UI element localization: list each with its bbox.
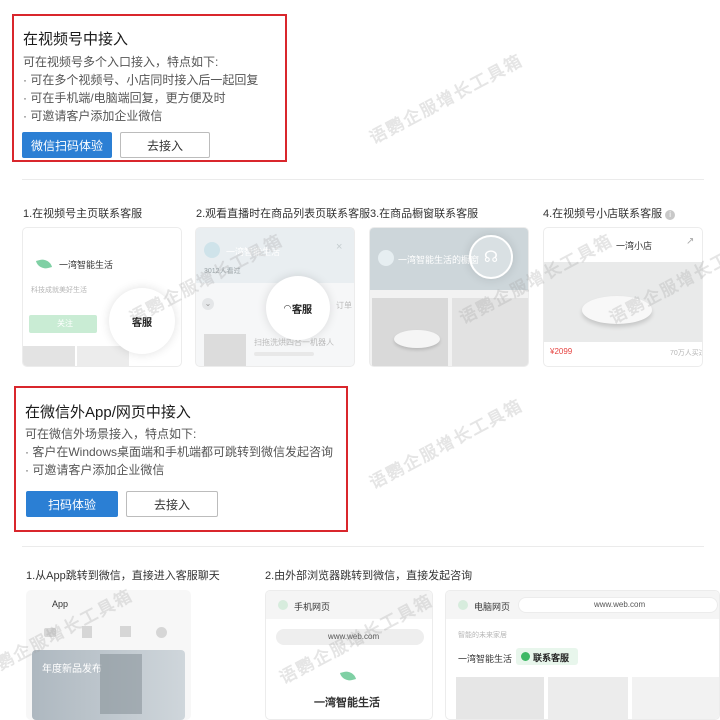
card3-robot-shape bbox=[394, 330, 440, 348]
card2-product-bar bbox=[254, 352, 314, 356]
contact-service-label: 联系客服 bbox=[533, 653, 570, 663]
card1-follow-label: 关注 bbox=[57, 319, 73, 328]
pc-url-text: www.web.com bbox=[594, 600, 646, 609]
card2-avatar bbox=[204, 242, 220, 258]
app-card-label: App bbox=[52, 599, 69, 609]
wechat-scan-try-button[interactable]: 微信扫码体验 bbox=[22, 132, 112, 158]
example-card-live-list: 一湾智能生活 3012人看过 × ⌄ 订单 扫拖洗烘四合一机器人 ◠ 客服 bbox=[195, 227, 355, 367]
external-access-title: 在微信外App/网页中接入 bbox=[25, 404, 191, 421]
card1-thumb-1 bbox=[23, 346, 75, 366]
channels-feature-1: · 可在多个视频号、小店同时接入后一起回复 bbox=[23, 73, 259, 87]
headset-icon: ◠ bbox=[284, 302, 291, 313]
contact-service-button[interactable]: 联系客服 bbox=[516, 648, 578, 665]
example-caption-4: 4.在视频号小店联系客服 i bbox=[543, 205, 676, 221]
example-card-store: 一湾小店 ↗ ¥2099 70万人买过 bbox=[543, 227, 703, 367]
channels-access-title: 在视频号中接入 bbox=[23, 31, 129, 48]
pc-web-label: 电脑网页 bbox=[474, 602, 511, 612]
card3-product-image-2 bbox=[452, 298, 528, 366]
card4-robot-shape bbox=[582, 296, 652, 324]
card2-service-label: 客服 bbox=[291, 304, 312, 316]
mobile-brand-name: 一湾智能生活 bbox=[314, 697, 380, 709]
card3-avatar bbox=[378, 250, 394, 266]
pc-image-2 bbox=[548, 677, 628, 719]
card1-service-badge: 客服 bbox=[109, 288, 175, 354]
info-icon[interactable]: i bbox=[665, 210, 676, 220]
card2-brand-name: 一湾智能生活 bbox=[226, 247, 281, 257]
mobile-url-bar: www.web.com bbox=[276, 629, 424, 645]
example-caption-4-text: 4.在视频号小店联系客服 bbox=[543, 208, 663, 220]
scan-try-button[interactable]: 扫码体验 bbox=[26, 491, 118, 517]
mobile-web-label: 手机网页 bbox=[294, 602, 331, 612]
chat-icon bbox=[278, 600, 288, 610]
app-banner-title: 年度新品发布 bbox=[42, 664, 102, 675]
mobile-url-text: www.web.com bbox=[328, 632, 380, 641]
brand-logo-icon bbox=[339, 669, 357, 683]
card1-brand-name: 一湾智能生活 bbox=[59, 260, 114, 270]
app-banner-shape bbox=[100, 654, 142, 714]
pc-image-1 bbox=[456, 677, 544, 719]
chat-icon bbox=[521, 652, 530, 661]
pc-image-3 bbox=[632, 677, 719, 719]
card1-brand-slogan: 科技成就美好生活 bbox=[31, 287, 87, 294]
app-icon-4 bbox=[156, 627, 167, 638]
app-example-caption-2: 2.由外部浏览器跳转到微信，直接发起咨询 bbox=[265, 570, 473, 582]
external-go-access-button[interactable]: 去接入 bbox=[126, 491, 218, 517]
app-icon-1 bbox=[44, 628, 56, 637]
pc-subtitle: 智能的未来家居 bbox=[458, 632, 507, 639]
chevron-down-icon[interactable]: ⌄ bbox=[202, 298, 214, 310]
app-banner: 年度新品发布 bbox=[32, 650, 185, 720]
share-icon[interactable]: ↗ bbox=[686, 236, 694, 247]
divider-bottom bbox=[22, 546, 704, 547]
app-example-caption-1: 1.从App跳转到微信，直接进入客服聊天 bbox=[26, 570, 220, 582]
example-card-showcase: 一湾智能生活的橱窗 ☊ bbox=[369, 227, 529, 367]
chat-icon bbox=[458, 600, 468, 610]
app-icon-2 bbox=[82, 626, 92, 638]
external-feature-1: · 客户在Windows桌面端和手机端都可跳转到微信发起咨询 bbox=[25, 445, 334, 459]
external-access-panel: 在微信外App/网页中接入 可在微信外场景接入，特点如下: · 客户在Windo… bbox=[14, 386, 348, 532]
pc-brand-name: 一湾智能生活 bbox=[458, 654, 513, 664]
example-caption-3: 3.在商品橱窗联系客服 bbox=[370, 208, 479, 220]
example-card-channel-home: 一湾智能生活 科技成就美好生活 关注 客服 bbox=[22, 227, 182, 367]
example-card-mobile-web: 手机网页 www.web.com 一湾智能生活 bbox=[265, 590, 433, 720]
example-caption-1: 1.在视频号主页联系客服 bbox=[23, 208, 143, 220]
headset-icon: ☊ bbox=[483, 249, 499, 266]
mobile-web-header bbox=[266, 591, 432, 619]
card4-sold-count: 70万人买过 bbox=[670, 350, 703, 357]
close-icon[interactable]: × bbox=[336, 241, 342, 253]
watermark-4: 语鹦企服增长工具箱 bbox=[366, 395, 527, 493]
card1-follow-button: 关注 bbox=[29, 315, 97, 333]
example-card-app: App 年度新品发布 bbox=[26, 590, 191, 720]
channels-go-access-button[interactable]: 去接入 bbox=[120, 132, 210, 158]
channels-access-subtitle: 可在视频号多个入口接入，特点如下: bbox=[23, 55, 219, 69]
external-access-subtitle: 可在微信外场景接入，特点如下: bbox=[25, 427, 197, 441]
channels-access-panel: 在视频号中接入 可在视频号多个入口接入，特点如下: · 可在多个视频号、小店同时… bbox=[12, 14, 287, 162]
card1-thumb-2 bbox=[77, 346, 129, 366]
card2-viewers: 3012人看过 bbox=[204, 268, 241, 275]
card2-order-label: 订单 bbox=[336, 301, 352, 310]
pc-url-bar: www.web.com bbox=[518, 597, 718, 613]
example-card-pc-web: 电脑网页 www.web.com 智能的未来家居 一湾智能生活 联系客服 bbox=[445, 590, 720, 720]
card1-service-label: 客服 bbox=[132, 317, 152, 329]
channels-feature-2: · 可在手机端/电脑端回复，更方便及时 bbox=[23, 91, 226, 105]
brand-logo-icon bbox=[35, 257, 53, 271]
app-icon-3 bbox=[120, 626, 131, 637]
divider-top bbox=[22, 179, 704, 180]
card2-service-badge: ◠ 客服 bbox=[266, 276, 330, 340]
external-feature-2: · 可邀请客户添加企业微信 bbox=[25, 463, 165, 477]
card4-store-name: 一湾小店 bbox=[616, 241, 653, 251]
channels-feature-3: · 可邀请客户添加企业微信 bbox=[23, 109, 163, 123]
card3-brand-name: 一湾智能生活的橱窗 bbox=[398, 255, 480, 265]
watermark-1: 语鹦企服增长工具箱 bbox=[366, 50, 527, 148]
card3-service-badge: ☊ bbox=[469, 235, 513, 279]
card4-price: ¥2099 bbox=[550, 347, 573, 356]
card2-product-image bbox=[204, 334, 246, 366]
example-caption-2: 2.观看直播时在商品列表页联系客服 bbox=[196, 208, 371, 220]
